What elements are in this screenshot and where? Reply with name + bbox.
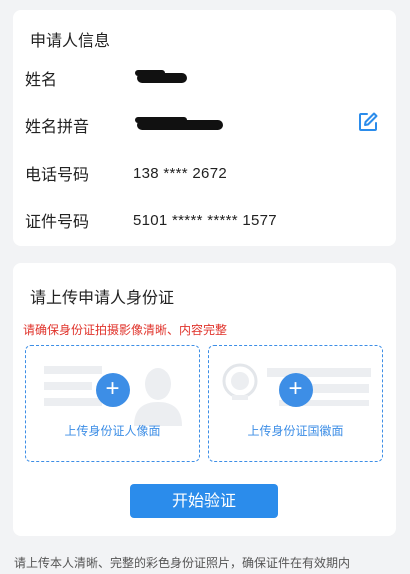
id-number-value: 5101 ***** ***** 1577: [133, 211, 277, 229]
upload-back-button[interactable]: + 上传身份证国徽面: [208, 345, 383, 462]
upload-warning: 请确保身份证拍摄影像清晰、内容完整: [23, 323, 228, 337]
footer-note: 请上传本人清晰、完整的彩色身份证照片，确保证件在有效期内: [14, 556, 351, 570]
id-number-label: 证件号码: [25, 212, 90, 231]
upload-front-button[interactable]: + 上传身份证人像面: [25, 345, 200, 462]
plus-icon: +: [95, 373, 130, 407]
upload-back-label: 上传身份证国徽面: [247, 424, 344, 438]
id-number-row: 证件号码 5101 ***** ***** 1577: [25, 208, 396, 232]
placeholder-line: [44, 398, 102, 406]
phone-value: 138 **** 2672: [133, 164, 227, 182]
applicant-info-title: 申请人信息: [30, 31, 111, 50]
phone-label: 电话号码: [25, 165, 90, 184]
placeholder-line: [267, 368, 371, 377]
pinyin-value-redacted: [135, 117, 223, 130]
placeholder-line: [44, 366, 102, 374]
edit-icon: [359, 112, 378, 131]
upload-front-label: 上传身份证人像面: [64, 424, 161, 438]
start-verification-button[interactable]: 开始验证: [130, 484, 278, 518]
national-emblem-icon: [222, 363, 258, 400]
placeholder-line: [44, 382, 92, 390]
plus-icon: +: [278, 373, 313, 407]
edit-pinyin-button[interactable]: [356, 110, 380, 134]
phone-row: 电话号码 138 **** 2672: [25, 161, 396, 185]
applicant-info-card: 申请人信息 姓名 姓名拼音 电话号码 138 **** 2672 证件号码 51…: [13, 10, 396, 246]
name-row: 姓名: [25, 66, 396, 90]
name-value-redacted: [135, 70, 187, 83]
upload-id-card: 请上传申请人身份证 请确保身份证拍摄影像清晰、内容完整 + 上传身份证人像面 +…: [13, 263, 396, 536]
upload-title: 请上传申请人身份证: [30, 288, 175, 307]
pinyin-label: 姓名拼音: [25, 117, 90, 136]
portrait-silhouette-icon: [134, 368, 182, 426]
pinyin-row: 姓名拼音: [25, 113, 396, 137]
name-label: 姓名: [25, 70, 58, 89]
